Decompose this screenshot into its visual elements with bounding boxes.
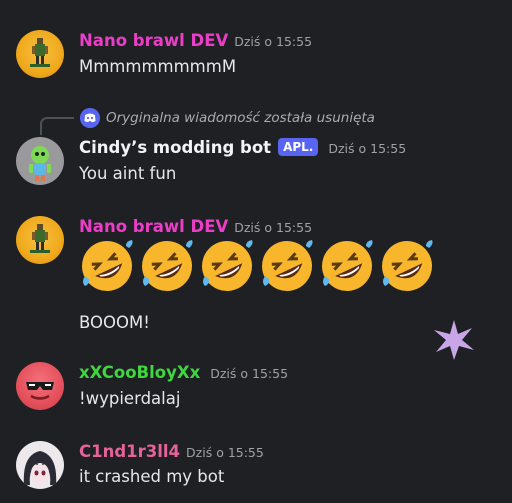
timestamp: Dziś o 15:55 — [234, 34, 313, 49]
user-avatar[interactable] — [16, 216, 64, 264]
message-header: xXCooBloyXx Dziś o 15:55 — [79, 362, 288, 385]
timestamp: Dziś o 15:55 — [234, 220, 313, 235]
username[interactable]: xXCooBloyXx — [79, 363, 200, 382]
username[interactable]: C1nd1r3ll4 — [79, 442, 180, 461]
character-icon — [30, 38, 50, 67]
sparkle-icon — [434, 320, 474, 360]
username[interactable]: Nano brawl DEV — [79, 31, 228, 50]
message-text: !wypierdalaj — [79, 389, 181, 408]
robot-icon — [29, 146, 51, 181]
user-avatar[interactable] — [16, 137, 64, 185]
user-avatar[interactable] — [16, 441, 64, 489]
username[interactable]: Cindy’s modding bot — [79, 138, 271, 157]
anime-girl-icon — [23, 451, 57, 485]
app-badge: APL. — [278, 138, 319, 156]
message-header: Nano brawl DEV Dziś o 15:55 — [79, 216, 312, 239]
user-avatar[interactable] — [16, 362, 64, 410]
reply-deleted-notice: Oryginalna wiadomość została usunięta — [106, 110, 375, 126]
message-header: Cindy’s modding bot APL. Dziś o 15:55 — [79, 137, 406, 160]
timestamp: Dziś o 15:55 — [210, 366, 289, 381]
rofl-emoji-icon[interactable] — [139, 238, 195, 294]
message-text: it crashed my bot — [79, 467, 225, 486]
reply-connector — [40, 117, 74, 135]
message-text: You aint fun — [79, 164, 177, 183]
message-header: Nano brawl DEV Dziś o 15:55 — [79, 30, 312, 53]
rofl-emoji-icon[interactable] — [199, 238, 255, 294]
timestamp: Dziś o 15:55 — [186, 445, 264, 460]
rofl-emoji-icon[interactable] — [379, 238, 435, 294]
message-header: C1nd1r3ll4 Dziś o 15:55 — [79, 441, 264, 464]
timestamp: Dziś o 15:55 — [328, 141, 407, 156]
sunglasses-face-icon — [26, 382, 54, 400]
character-icon — [30, 224, 50, 253]
reply-reference[interactable]: Oryginalna wiadomość została usunięta — [40, 105, 400, 135]
username[interactable]: Nano brawl DEV — [79, 217, 228, 236]
message-text: MmmmmmmmmM — [79, 57, 237, 76]
message-text: BOOOM! — [79, 313, 150, 332]
user-avatar[interactable] — [16, 30, 64, 78]
rofl-emoji-icon[interactable] — [319, 238, 375, 294]
rofl-emoji-icon[interactable] — [79, 238, 135, 294]
rofl-emoji-icon[interactable] — [259, 238, 315, 294]
discord-icon — [80, 108, 100, 128]
